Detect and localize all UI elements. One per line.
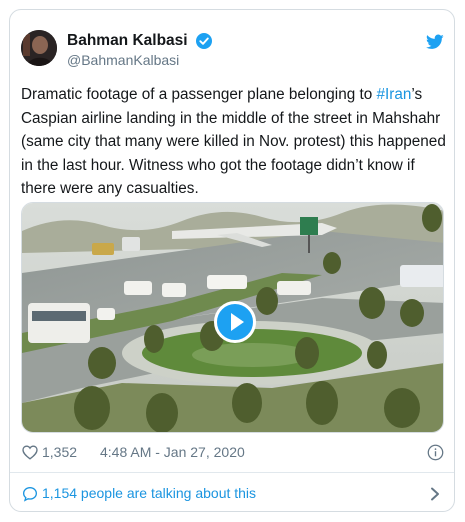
speech-bubble-icon	[22, 486, 38, 502]
tweet-text: Dramatic footage of a passenger plane be…	[21, 83, 446, 201]
divider	[10, 472, 454, 473]
twitter-bird-icon[interactable]	[426, 34, 444, 50]
chevron-right-icon[interactable]	[429, 487, 441, 501]
like-count[interactable]: 1,352	[42, 444, 77, 460]
avatar-image	[21, 30, 57, 66]
play-icon[interactable]	[214, 301, 256, 343]
video-player[interactable]	[21, 202, 444, 433]
author-name[interactable]: Bahman Kalbasi	[67, 32, 188, 50]
conversation-label[interactable]: 1,154 people are talking about this	[42, 485, 256, 501]
verified-badge-icon	[196, 33, 212, 49]
tweet-stats: 1,352 4:48 AM - Jan 27, 2020	[21, 443, 446, 463]
avatar[interactable]	[21, 30, 57, 66]
info-icon[interactable]	[427, 444, 444, 461]
conversation-link[interactable]: 1,154 people are talking about this	[21, 484, 446, 504]
heart-icon[interactable]	[22, 445, 38, 460]
hashtag-link[interactable]: #Iran	[376, 86, 411, 103]
timestamp[interactable]: 4:48 AM - Jan 27, 2020	[100, 444, 245, 460]
author-handle[interactable]: @BahmanKalbasi	[67, 52, 179, 68]
tweet-card[interactable]: Bahman Kalbasi @BahmanKalbasi Dramatic f…	[9, 9, 455, 512]
tweet-text-before: Dramatic footage of a passenger plane be…	[21, 86, 377, 103]
